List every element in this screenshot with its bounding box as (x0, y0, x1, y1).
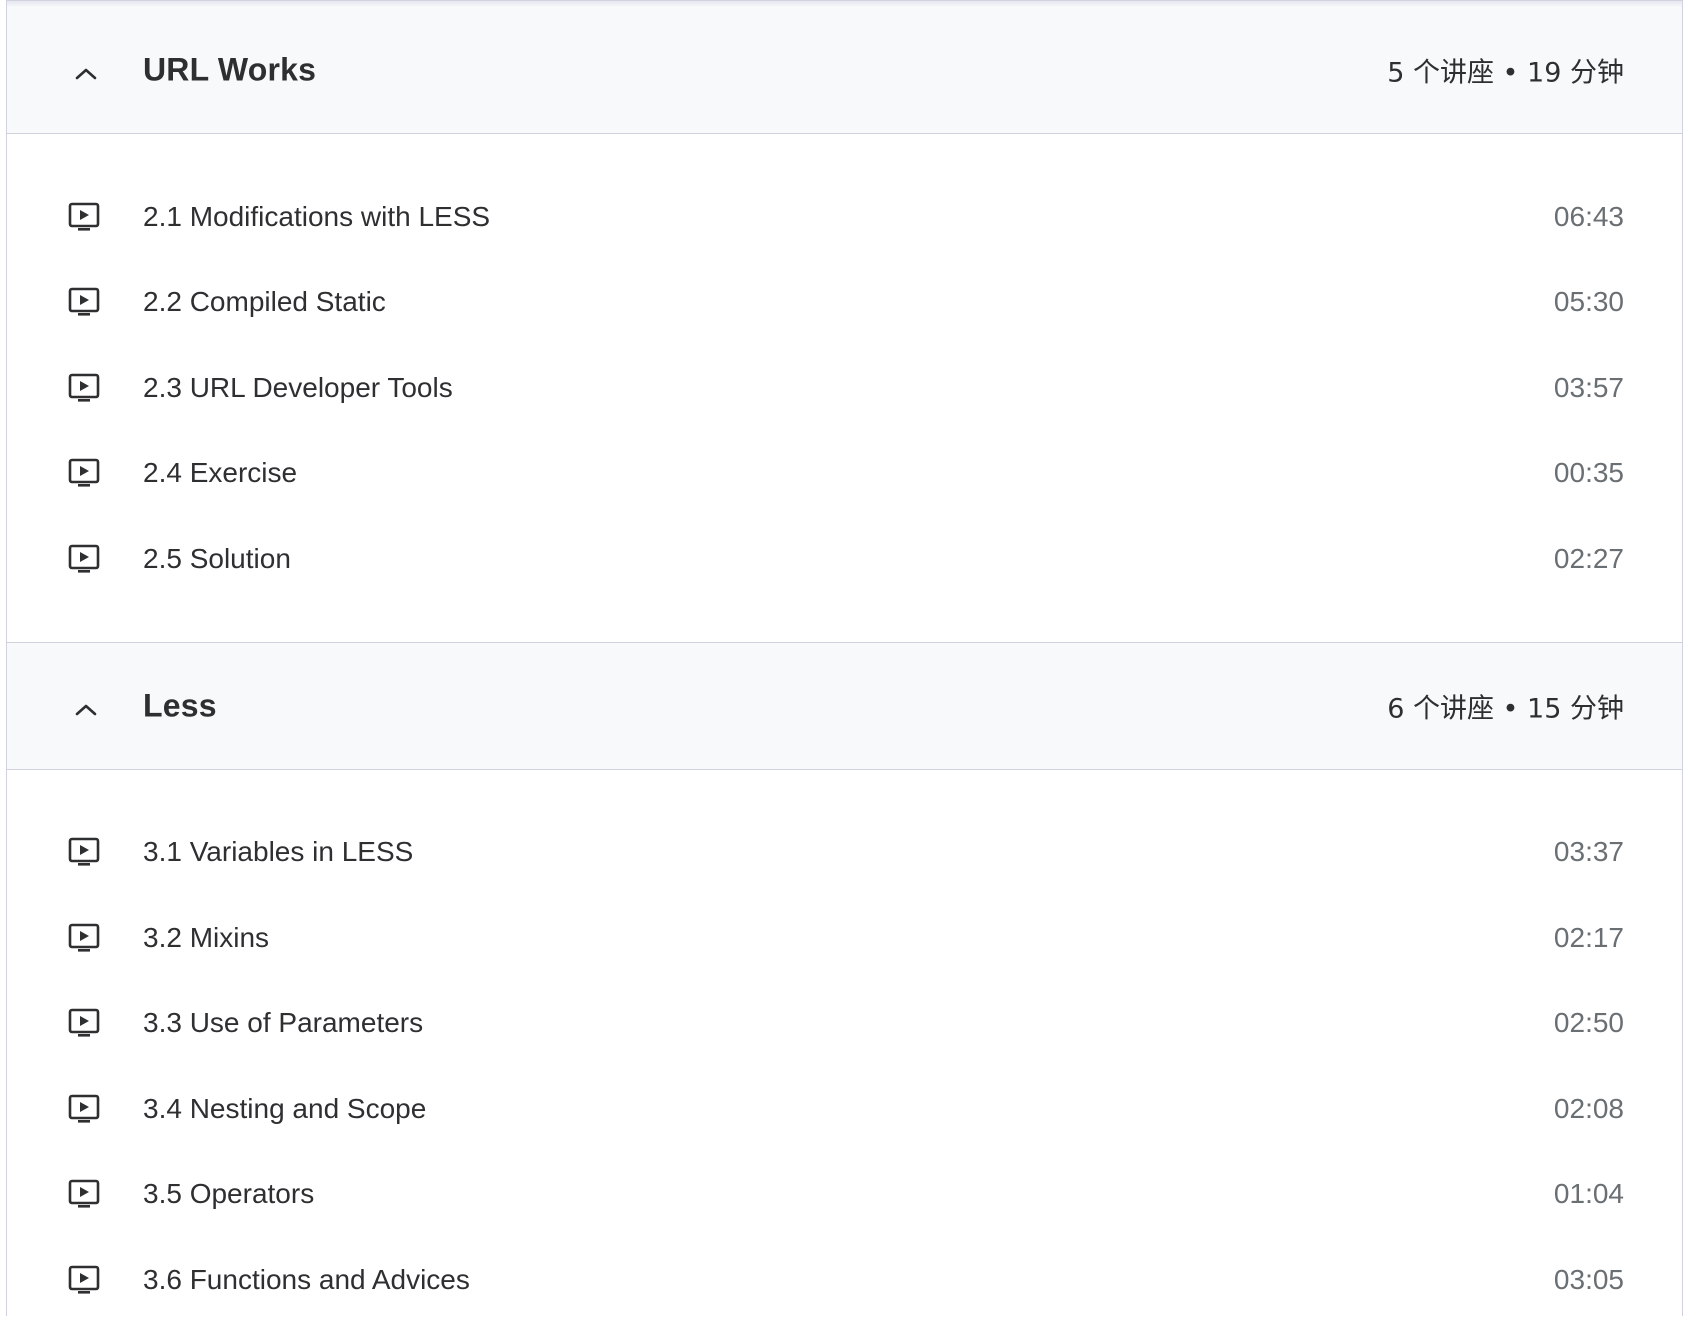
lecture-duration: 01:04 (1553, 1178, 1624, 1210)
lecture-item[interactable]: 3.1 Variables in LESS 03:37 (7, 810, 1682, 896)
video-play-icon (67, 1177, 101, 1211)
video-play-icon (67, 542, 101, 576)
section-meta: 6 个讲座 • 15 分钟 (1387, 693, 1624, 724)
lecture-duration: 02:27 (1553, 542, 1624, 574)
lecture-duration: 03:37 (1553, 836, 1624, 868)
lecture-item[interactable]: 3.3 Use of Parameters 02:50 (7, 981, 1682, 1067)
lecture-item[interactable]: 3.2 Mixins 02:17 (7, 895, 1682, 981)
video-play-icon (67, 456, 101, 490)
lecture-title[interactable]: 3.3 Use of Parameters (143, 1007, 423, 1039)
section-header-url-works[interactable]: URL Works 5 个讲座 • 19 分钟 (7, 7, 1682, 134)
lecture-item[interactable]: 3.6 Functions and Advices 03:05 (7, 1237, 1682, 1323)
lecture-list: 3.1 Variables in LESS 03:37 3.2 Mixins 0… (7, 770, 1682, 1323)
course-curriculum: URL Works 5 个讲座 • 19 分钟 2.1 Modification… (6, 0, 1683, 1316)
lecture-item[interactable]: 2.2 Compiled Static 05:30 (7, 260, 1682, 346)
lecture-title[interactable]: 2.1 Modifications with LESS (143, 201, 490, 233)
section-header-less[interactable]: Less 6 个讲座 • 15 分钟 (7, 642, 1682, 770)
lecture-title[interactable]: 3.2 Mixins (143, 922, 269, 954)
lecture-duration: 03:57 (1553, 371, 1624, 403)
lecture-title[interactable]: 2.2 Compiled Static (143, 286, 386, 318)
video-play-icon (67, 371, 101, 405)
section-title: Less (143, 687, 217, 723)
lecture-duration: 05:30 (1553, 286, 1624, 318)
video-play-icon (67, 835, 101, 869)
lecture-list: 2.1 Modifications with LESS 06:43 2.2 Co… (7, 134, 1682, 643)
lecture-item[interactable]: 2.4 Exercise 00:35 (7, 431, 1682, 517)
lecture-item[interactable]: 2.5 Solution 02:27 (7, 516, 1682, 602)
lecture-item[interactable]: 2.1 Modifications with LESS 06:43 (7, 174, 1682, 260)
chevron-up-icon (73, 697, 99, 723)
lecture-title[interactable]: 3.4 Nesting and Scope (143, 1093, 426, 1125)
chevron-up-icon (73, 61, 99, 87)
lecture-item[interactable]: 2.3 URL Developer Tools 03:57 (7, 345, 1682, 431)
section-meta: 5 个讲座 • 19 分钟 (1387, 57, 1624, 89)
lecture-duration: 02:50 (1553, 1007, 1624, 1039)
lecture-title[interactable]: 3.5 Operators (143, 1178, 314, 1210)
lecture-title[interactable]: 3.1 Variables in LESS (143, 836, 413, 868)
video-play-icon (67, 1092, 101, 1126)
video-play-icon (67, 1263, 101, 1297)
lecture-title[interactable]: 3.6 Functions and Advices (143, 1264, 470, 1296)
lecture-item[interactable]: 3.5 Operators 01:04 (7, 1152, 1682, 1238)
video-play-icon (67, 285, 101, 319)
video-play-icon (67, 1006, 101, 1040)
video-play-icon (67, 921, 101, 955)
lecture-duration: 00:35 (1553, 457, 1624, 489)
lecture-duration: 02:08 (1553, 1092, 1624, 1124)
lecture-title[interactable]: 2.4 Exercise (143, 457, 297, 489)
lecture-duration: 03:05 (1553, 1263, 1624, 1295)
lecture-title[interactable]: 2.5 Solution (143, 543, 291, 575)
section-title: URL Works (143, 51, 317, 88)
lecture-duration: 06:43 (1553, 200, 1624, 232)
lecture-duration: 02:17 (1553, 921, 1624, 953)
lecture-item[interactable]: 3.4 Nesting and Scope 02:08 (7, 1066, 1682, 1152)
video-play-icon (67, 200, 101, 234)
lecture-title[interactable]: 2.3 URL Developer Tools (143, 372, 453, 404)
